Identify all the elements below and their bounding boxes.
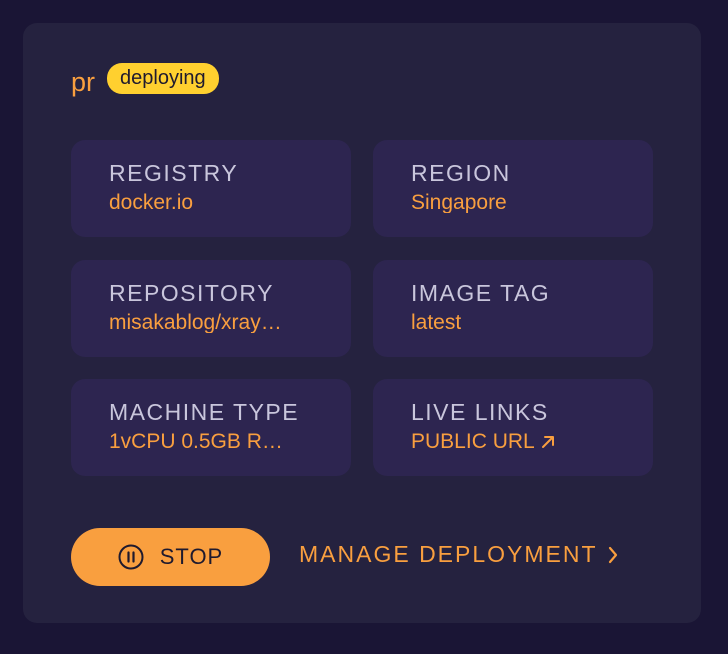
machine-type-value: 1vCPU 0.5GB R… — [109, 431, 283, 452]
image-tag-value: latest — [411, 312, 462, 333]
machine-type-tile: MACHINE TYPE 1vCPU 0.5GB R… — [71, 379, 351, 476]
status-badge: deploying — [107, 63, 219, 94]
pause-circle-icon — [118, 544, 144, 570]
arrow-up-right-icon — [541, 435, 554, 448]
registry-value: docker.io — [109, 192, 194, 213]
live-links-tile: LIVE LINKS PUBLIC URL — [373, 379, 653, 476]
manage-deployment-label: MANAGE DEPLOYMENT — [299, 541, 598, 567]
public-url-label: PUBLIC URL — [411, 430, 535, 453]
deployment-name: pr — [71, 67, 96, 97]
image-tag-tile: IMAGE TAG latest — [373, 260, 653, 357]
region-tile: REGION Singapore — [373, 140, 653, 237]
deployment-header: pr deploying — [71, 61, 219, 96]
repository-tile: REPOSITORY misakablog/xray… — [71, 260, 351, 357]
chevron-right-icon — [608, 546, 617, 563]
region-value: Singapore — [411, 192, 507, 213]
deployment-card: pr deploying REGISTRY docker.io REGION S… — [23, 23, 701, 623]
stop-label: STOP — [159, 544, 224, 569]
live-links-label: LIVE LINKS — [411, 399, 549, 425]
registry-label: REGISTRY — [109, 160, 239, 186]
repository-value: misakablog/xray… — [109, 312, 282, 333]
image-tag-label: IMAGE TAG — [411, 280, 551, 306]
region-label: REGION — [411, 160, 511, 186]
registry-tile: REGISTRY docker.io — [71, 140, 351, 237]
repository-label: REPOSITORY — [109, 280, 274, 306]
stop-button[interactable]: STOP — [71, 528, 270, 586]
manage-deployment-link[interactable]: MANAGE DEPLOYMENT — [299, 543, 618, 566]
public-url-link[interactable]: PUBLIC URL — [411, 431, 556, 452]
machine-type-label: MACHINE TYPE — [109, 399, 300, 425]
